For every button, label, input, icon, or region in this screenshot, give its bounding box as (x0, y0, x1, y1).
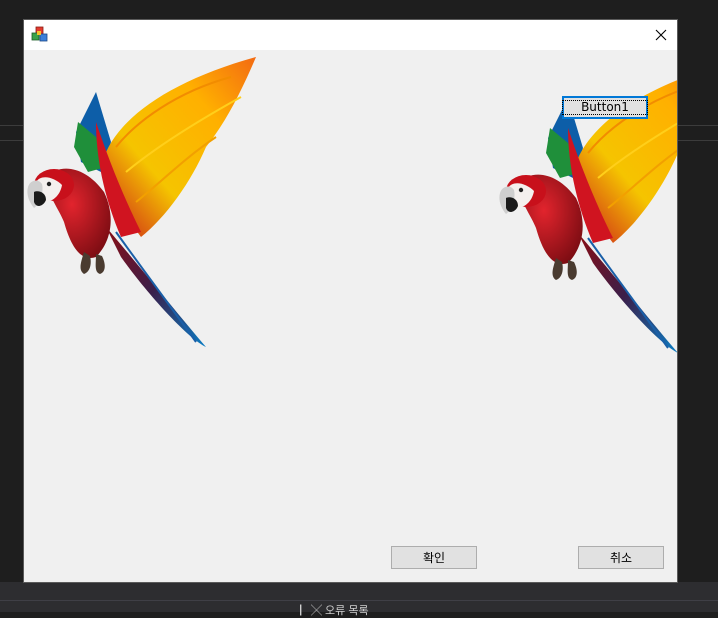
parrot-image (27, 57, 256, 347)
title-bar[interactable] (24, 20, 677, 50)
form-window: Button1 확인 취소 (24, 20, 677, 582)
error-list-tab[interactable]: ▏╳ 오류 목록 (300, 602, 369, 618)
panel-divider (0, 600, 718, 601)
form-client-area: Button1 확인 취소 (24, 50, 677, 582)
button1-label: Button1 (562, 100, 648, 115)
close-button[interactable] (645, 20, 677, 50)
button1[interactable]: Button1 (562, 96, 648, 119)
close-icon (655, 29, 667, 41)
cancel-button[interactable]: 취소 (578, 546, 664, 569)
app-cubes-icon (31, 26, 48, 42)
ok-button-label: 확인 (422, 551, 446, 565)
ok-button[interactable]: 확인 (391, 546, 477, 569)
cancel-button-label: 취소 (609, 551, 633, 565)
ide-bottom-panel: ▏╳ 오류 목록 (0, 582, 718, 617)
